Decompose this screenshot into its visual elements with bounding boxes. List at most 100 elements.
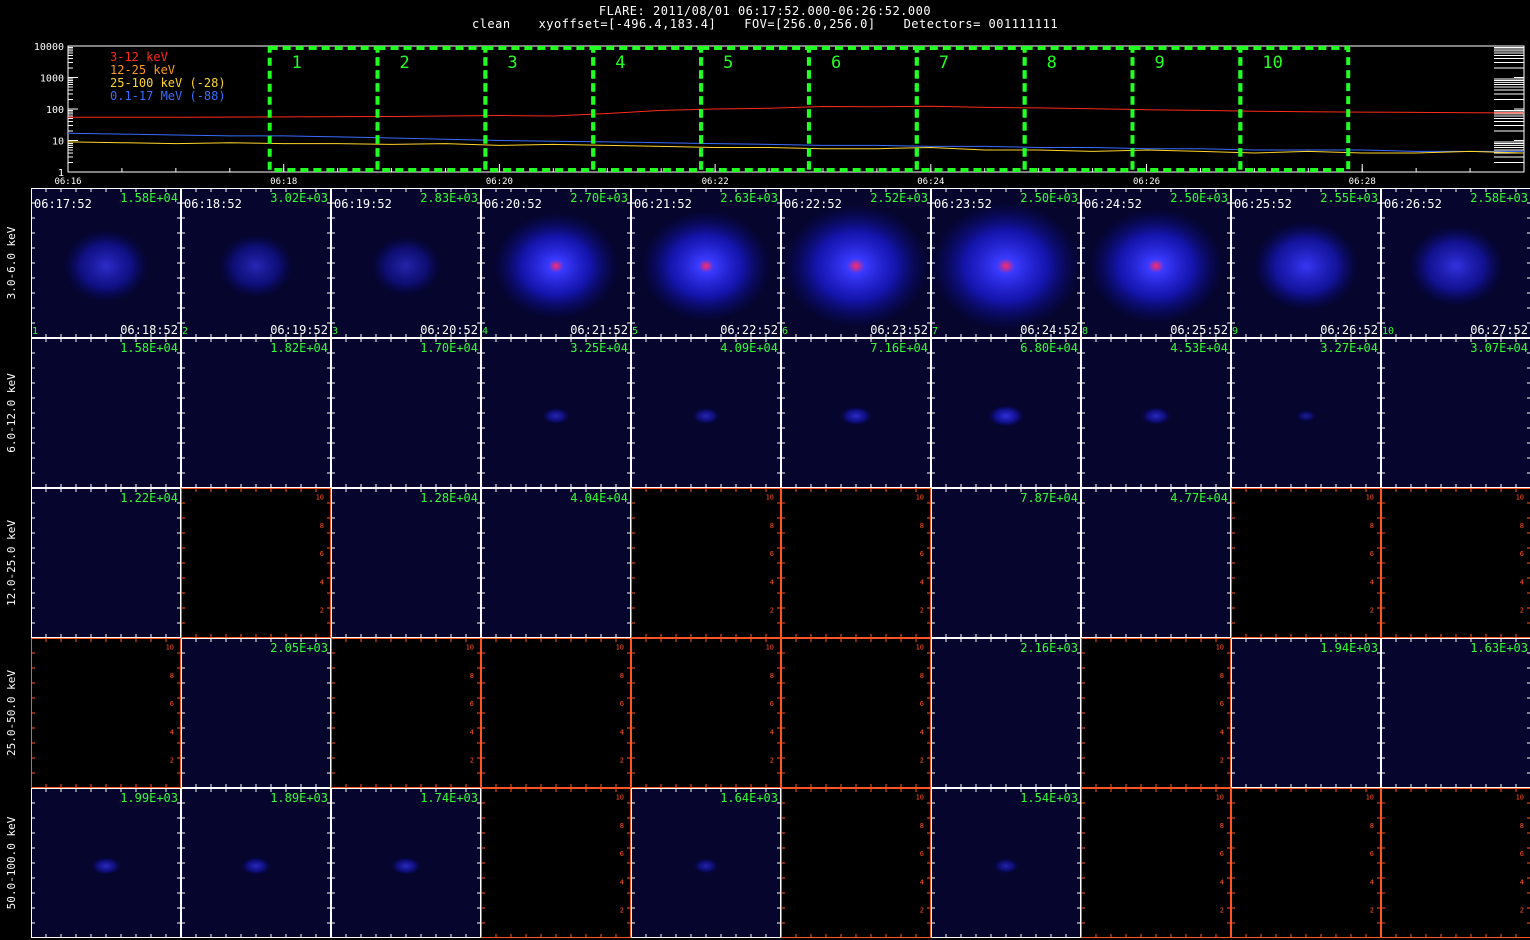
cell-axis-label: 8: [920, 672, 924, 680]
cell-background: [181, 488, 331, 638]
cell-axis-label: 4: [920, 728, 924, 736]
cell-axis-label: 6: [1370, 850, 1374, 858]
cell-axis-label: 4: [920, 878, 924, 886]
cell-axis-label: 6: [1220, 850, 1224, 858]
cell-axis-label: 8: [320, 522, 324, 530]
peak-value: 3.27E+04: [1320, 341, 1378, 355]
cell-axis-label: 6: [320, 550, 324, 558]
cell-axis-label: 10: [916, 493, 924, 501]
cell-axis-label: 8: [770, 672, 774, 680]
start-time: 06:19:52: [334, 197, 392, 211]
cell-background: [331, 638, 481, 788]
cell-background: [631, 488, 781, 638]
image-cell: 3.27E+04: [1231, 338, 1381, 488]
peak-value: 4.53E+04: [1170, 341, 1228, 355]
cell-axis-label: 4: [170, 728, 174, 736]
cell-background: [481, 488, 631, 638]
cell-axis-label: 8: [1220, 672, 1224, 680]
peak-value: 2.50E+03: [1170, 191, 1228, 205]
image-cell: 1.58E+04: [31, 338, 181, 488]
cell-axis-label: 10: [316, 493, 324, 501]
peak-value: 1.58E+04: [120, 341, 178, 355]
peak-value: 4.04E+04: [570, 491, 628, 505]
cell-background: [1081, 488, 1231, 638]
end-time: 06:22:52: [720, 323, 778, 337]
start-time: 06:25:52: [1234, 197, 1292, 211]
image-cell: 2 4 6 8 10: [781, 638, 931, 788]
image-cell: 2 4 6 8 10: [481, 788, 631, 938]
cell-background: [781, 638, 931, 788]
cell-axis-label: 10: [1516, 493, 1524, 501]
cell-background: [931, 488, 1081, 638]
cell-axis-label: 10: [766, 493, 774, 501]
cell-axis-label: 6: [920, 550, 924, 558]
cell-axis-label: 2: [770, 607, 774, 615]
peak-value: 4.77E+04: [1170, 491, 1228, 505]
image-cell: 1.94E+03: [1231, 638, 1381, 788]
cell-axis-label: 8: [920, 522, 924, 530]
cell-axis-label: 2: [1370, 607, 1374, 615]
source-blob: [371, 236, 441, 296]
peak-value: 3.02E+03: [270, 191, 328, 205]
cell-background: [631, 638, 781, 788]
source-blob: [391, 857, 421, 875]
cell-background: [331, 338, 481, 488]
cell-axis-label: 2: [320, 607, 324, 615]
image-cell: 2.50E+03 06:23:52 06:24:52 7: [931, 188, 1081, 338]
start-time: 06:26:52: [1384, 197, 1442, 211]
cell-axis-label: 10: [616, 793, 624, 801]
peak-value: 2.58E+03: [1470, 191, 1528, 205]
cell-axis-label: 6: [920, 700, 924, 708]
interval-index: 8: [1082, 326, 1088, 337]
peak-value: 1.64E+03: [720, 791, 778, 805]
image-cell: 1.28E+04: [331, 488, 481, 638]
cell-axis-label: 4: [770, 728, 774, 736]
cell-axis-label: 8: [1520, 822, 1524, 830]
image-cell: 2 4 6 8 10: [631, 488, 781, 638]
image-cell: 1.63E+03: [1381, 638, 1530, 788]
cell-background: [481, 788, 631, 938]
source-blob: [1088, 208, 1224, 324]
source-blob: [1408, 225, 1504, 307]
cell-axis-label: 6: [1220, 700, 1224, 708]
source-blob: [63, 229, 149, 303]
peak-value: 7.87E+04: [1020, 491, 1078, 505]
peak-value: 3.07E+04: [1470, 341, 1528, 355]
image-cell: 1.64E+03: [631, 788, 781, 938]
source-blob: [692, 407, 720, 425]
cell-axis-label: 2: [620, 907, 624, 915]
row-label: 50.0-100.0 keV: [5, 816, 18, 909]
cell-axis-label: 4: [1220, 728, 1224, 736]
cell-background: [1231, 788, 1381, 938]
end-time: 06:27:52: [1470, 323, 1528, 337]
cell-axis-label: 6: [620, 700, 624, 708]
interval-index: 2: [182, 326, 188, 337]
image-cell: 2 4 6 8 10: [781, 788, 931, 938]
cell-axis-label: 2: [920, 907, 924, 915]
cell-axis-label: 4: [620, 728, 624, 736]
start-time: 06:22:52: [784, 197, 842, 211]
cell-axis-label: 10: [1216, 643, 1224, 651]
end-time: 06:24:52: [1020, 323, 1078, 337]
end-time: 06:23:52: [870, 323, 928, 337]
peak-value: 1.63E+03: [1470, 641, 1528, 655]
image-cell: 2 4 6 8 10: [781, 488, 931, 638]
cell-background: [1381, 788, 1530, 938]
source-blob: [218, 234, 294, 298]
image-cell: 1.22E+04: [31, 488, 181, 638]
row-label: 6.0-12.0 keV: [5, 373, 18, 453]
peak-value: 1.28E+04: [420, 491, 478, 505]
peak-value: 2.16E+03: [1020, 641, 1078, 655]
cell-axis-label: 8: [620, 822, 624, 830]
peak-value: 1.99E+03: [120, 791, 178, 805]
cell-background: [781, 488, 931, 638]
cell-axis-label: 10: [916, 643, 924, 651]
cell-axis-label: 6: [470, 700, 474, 708]
cell-axis-label: 10: [616, 643, 624, 651]
cell-background: [1381, 338, 1530, 488]
cell-axis-label: 6: [770, 700, 774, 708]
image-cell: 3.02E+03 06:18:52 06:19:52 2: [181, 188, 331, 338]
cell-axis-label: 4: [1520, 578, 1524, 586]
image-cell: 2 4 6 8 10: [1231, 788, 1381, 938]
cell-axis-label: 8: [620, 672, 624, 680]
